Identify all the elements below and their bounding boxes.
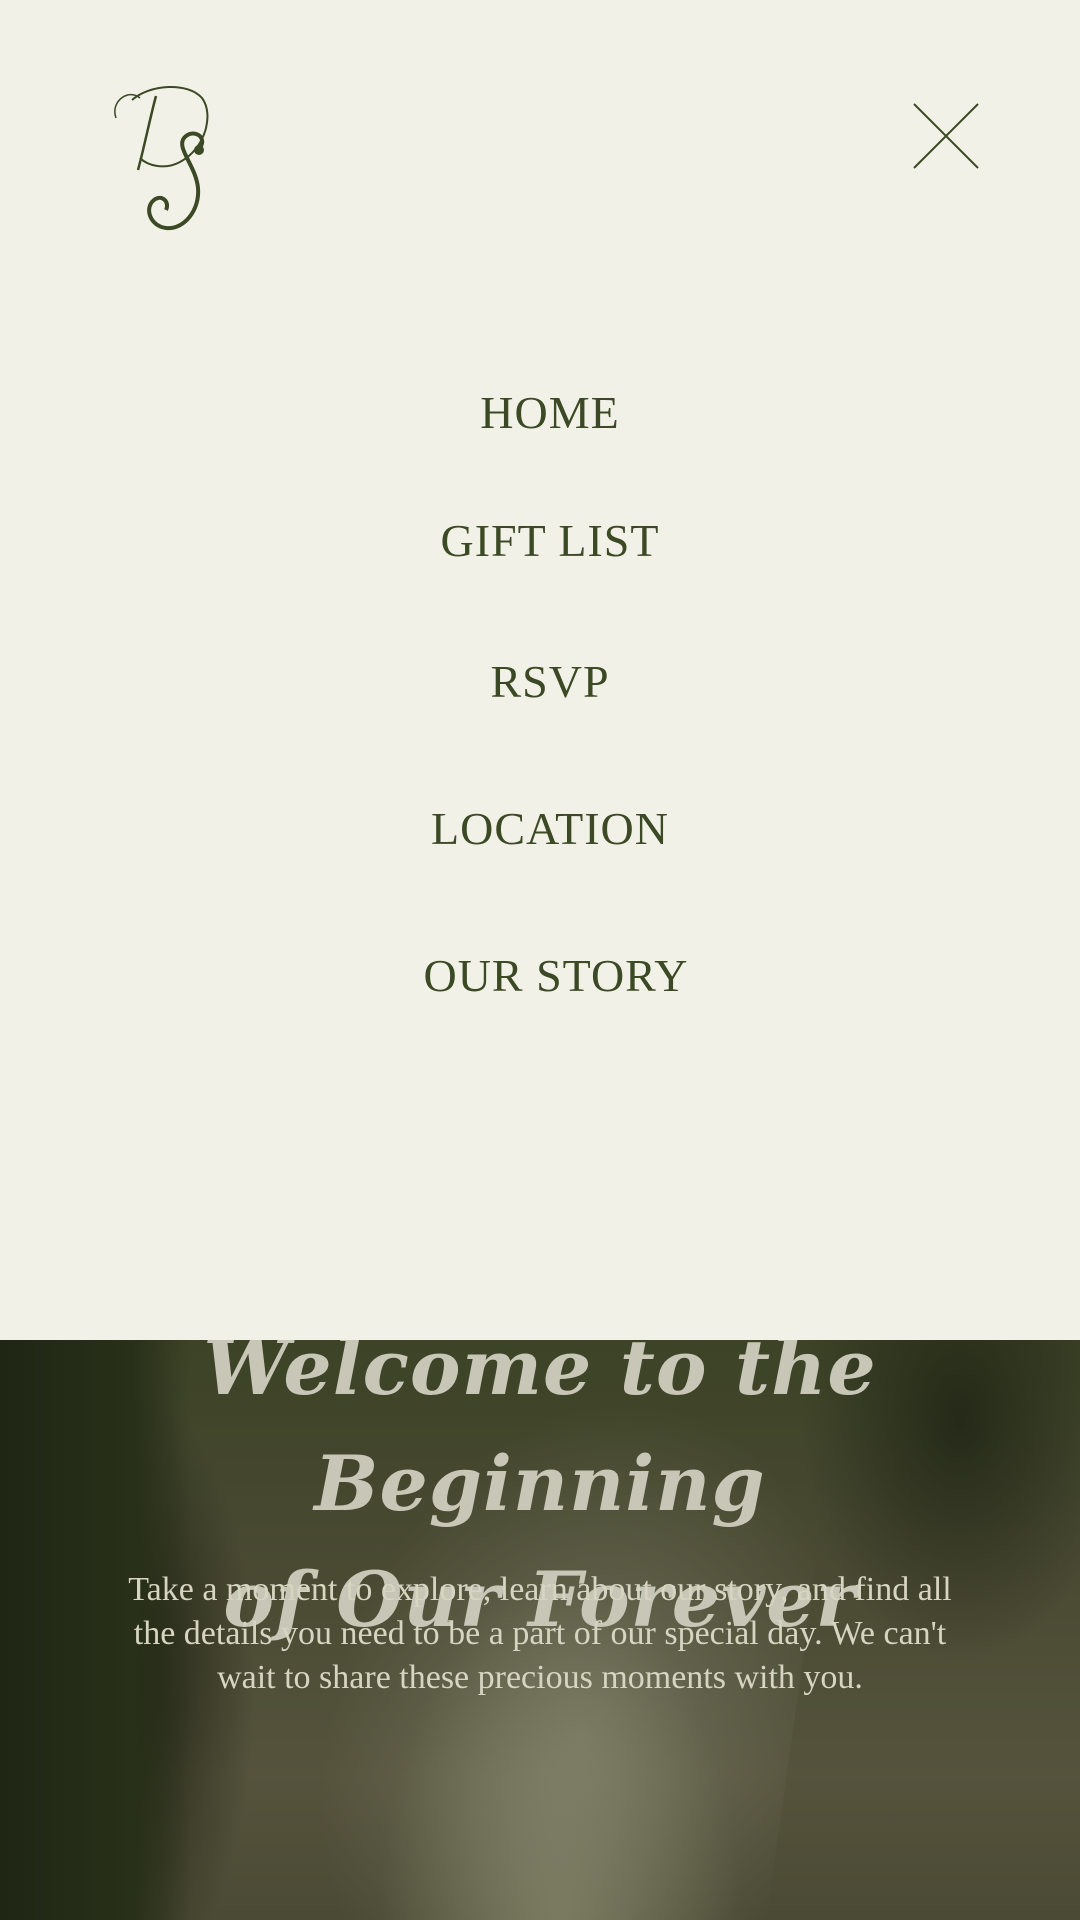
nav-item-gift-list[interactable]: GIFT LIST bbox=[0, 514, 1080, 567]
nav-item-home[interactable]: HOME bbox=[0, 386, 1080, 439]
hero-title-line-1: Welcome to the Beginning bbox=[203, 1323, 877, 1528]
navigation-menu-overlay: HOME GIFT LIST RSVP LOCATION OUR STORY bbox=[0, 0, 1080, 1340]
hero-description: Take a moment to explore, learn about ou… bbox=[128, 1571, 952, 1696]
nav-item-location[interactable]: LOCATION bbox=[0, 802, 1080, 855]
nav-item-rsvp[interactable]: RSVP bbox=[0, 655, 1080, 708]
nav-item-our-story[interactable]: OUR STORY bbox=[0, 949, 1080, 1002]
close-icon[interactable] bbox=[908, 98, 984, 174]
monogram-logo[interactable] bbox=[110, 78, 230, 238]
